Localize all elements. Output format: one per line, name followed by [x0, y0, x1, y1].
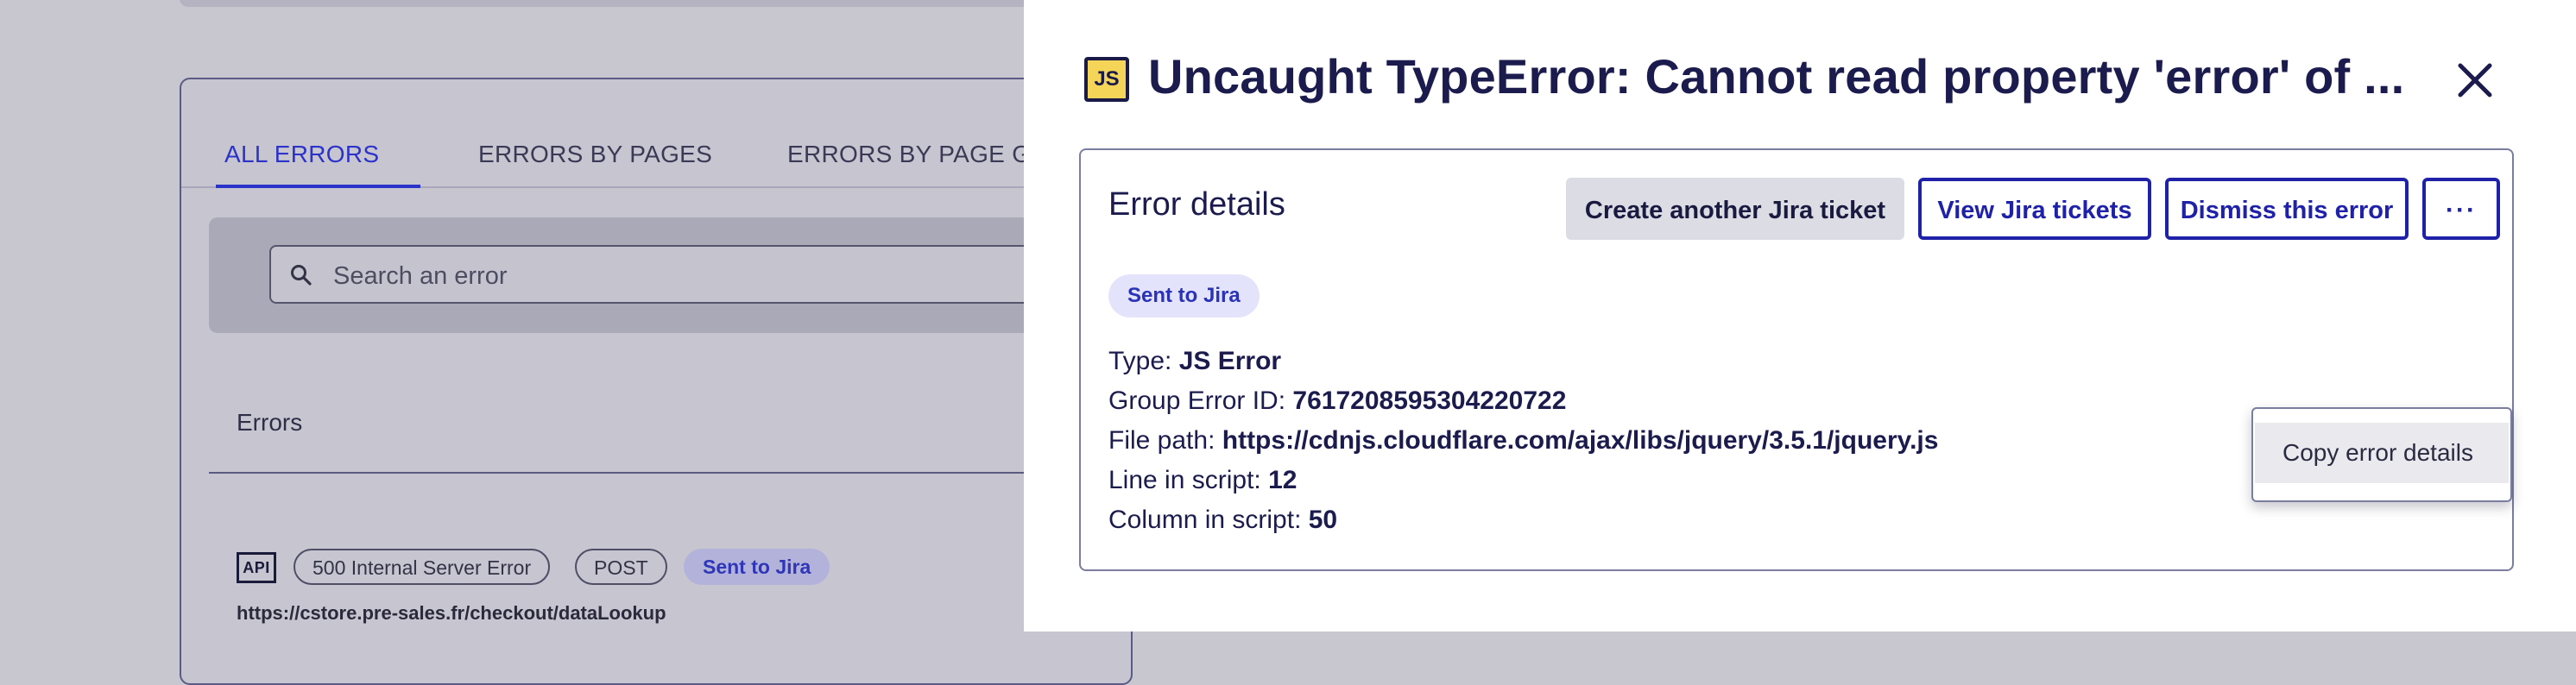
tab-all-errors[interactable]: ALL ERRORS	[215, 133, 421, 188]
error-details-panel: Error details Create another Jira ticket…	[1079, 148, 2514, 571]
detail-column-value: 50	[1308, 506, 1338, 534]
tab-errors-by-pages[interactable]: ERRORS BY PAGES	[478, 133, 712, 186]
error-list-item[interactable]: API 500 Internal Server Error POST Sent …	[237, 545, 1131, 588]
tab-bar: ALL ERRORS ERRORS BY PAGES ERRORS BY PAG…	[181, 133, 1131, 188]
api-icon: API	[237, 552, 276, 583]
error-details-list: Type: JS Error Group Error ID: 761720859…	[1108, 342, 1938, 540]
more-options-menu: Copy error details	[2251, 407, 2512, 502]
detail-type: Type: JS Error	[1108, 342, 1938, 381]
search-input[interactable]: Search an error	[269, 245, 1131, 304]
detail-line: Line in script: 12	[1108, 461, 1938, 500]
detail-column: Column in script: 50	[1108, 500, 1938, 540]
close-icon	[2458, 63, 2492, 97]
detail-type-value: JS Error	[1178, 347, 1282, 375]
detail-column-label: Column in script:	[1108, 506, 1302, 534]
page-top-bar	[180, 0, 1060, 7]
jira-status-badge: Sent to Jira	[684, 549, 830, 585]
method-pill: POST	[575, 549, 667, 585]
close-button[interactable]	[2453, 59, 2497, 102]
view-jira-tickets-button[interactable]: View Jira tickets	[1918, 178, 2151, 240]
detail-file-path: File path: https://cdnjs.cloudflare.com/…	[1108, 421, 1938, 461]
divider	[209, 472, 1131, 474]
panel-heading: Error details	[1108, 186, 1285, 223]
create-jira-ticket-button[interactable]: Create another Jira ticket	[1566, 178, 1904, 240]
jira-status-badge: Sent to Jira	[1108, 274, 1260, 317]
detail-group-id: Group Error ID: 7617208595304220722	[1108, 381, 1938, 421]
js-file-icon: JS	[1084, 57, 1129, 102]
search-placeholder: Search an error	[333, 262, 508, 290]
drawer-title: Uncaught TypeError: Cannot read property…	[1148, 49, 2405, 104]
detail-file-path-value: https://cdnjs.cloudflare.com/ajax/libs/j…	[1222, 426, 1939, 455]
errors-section-label: Errors	[237, 409, 303, 436]
detail-type-label: Type:	[1108, 347, 1172, 375]
menu-item-copy-error-details[interactable]: Copy error details	[2255, 423, 2509, 483]
errors-card: ALL ERRORS ERRORS BY PAGES ERRORS BY PAG…	[180, 78, 1133, 685]
detail-group-id-value: 7617208595304220722	[1292, 386, 1567, 415]
dismiss-error-button[interactable]: Dismiss this error	[2165, 178, 2409, 240]
search-icon	[290, 264, 313, 291]
search-band: Search an error	[209, 217, 1131, 333]
more-icon: ···	[2446, 196, 2477, 224]
status-pill: 500 Internal Server Error	[294, 549, 551, 585]
detail-line-value: 12	[1268, 466, 1297, 494]
more-options-button[interactable]: ···	[2422, 178, 2500, 240]
detail-line-label: Line in script:	[1108, 466, 1261, 494]
error-url: https://cstore.pre-sales.fr/checkout/dat…	[237, 602, 666, 624]
error-drawer: JS Uncaught TypeError: Cannot read prope…	[1024, 0, 2576, 632]
detail-group-id-label: Group Error ID:	[1108, 386, 1286, 415]
detail-file-path-label: File path:	[1108, 426, 1215, 455]
